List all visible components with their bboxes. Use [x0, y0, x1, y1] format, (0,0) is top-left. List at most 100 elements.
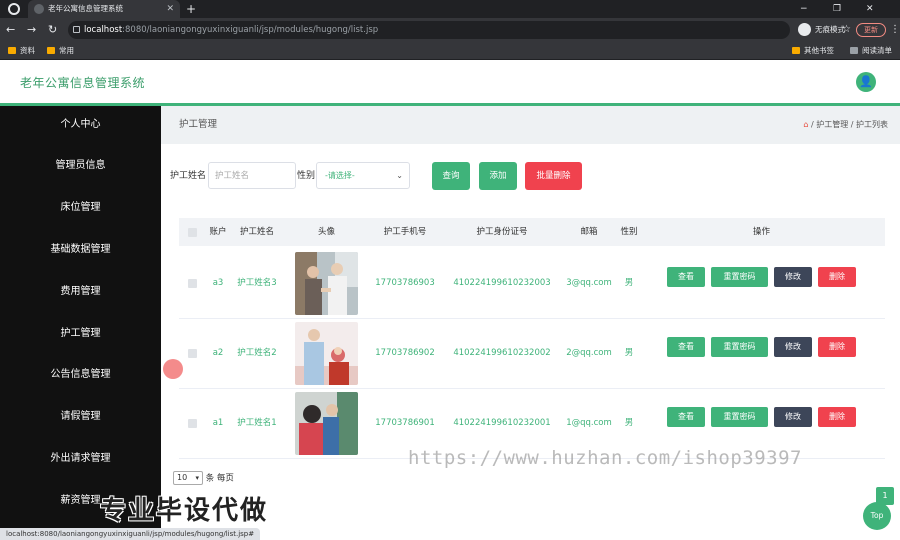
bookmarks-bar: 资料 常用 其他书签 阅读清单 — [0, 42, 900, 60]
delete-button[interactable]: 删除 — [818, 337, 856, 357]
main-content: 护工管理 ⌂ / 护工管理 / 护工列表 护工姓名 性别 -请选择- ⌄ 查询 … — [161, 106, 900, 540]
name-search-input[interactable] — [208, 162, 296, 189]
sidebar: 个人中心 管理员信息 床位管理 基础数据管理 费用管理 护工管理 公告信息管理 … — [0, 106, 161, 540]
header-avatar: 头像 — [317, 227, 335, 237]
add-button[interactable]: 添加 — [479, 162, 517, 190]
reading-list-icon — [850, 47, 858, 54]
forward-icon[interactable]: → — [27, 18, 36, 42]
breadcrumb: 护工管理 ⌂ / 护工管理 / 护工列表 — [161, 106, 900, 144]
page-size-select[interactable]: 10 ▾ — [173, 471, 203, 485]
app-title: 老年公寓信息管理系统 — [20, 76, 146, 90]
window-close-icon[interactable]: ✕ — [866, 0, 874, 18]
reload-icon[interactable]: ↻ — [48, 18, 57, 42]
sidebar-item-caregivers[interactable]: 护工管理 — [0, 315, 161, 353]
app-header: 老年公寓信息管理系统 👤 — [0, 61, 900, 103]
cell-gender: 男 — [624, 348, 634, 358]
cell-phone: 17703786903 — [375, 278, 435, 288]
delete-button[interactable]: 删除 — [818, 267, 856, 287]
breadcrumb-path[interactable]: / 护工管理 / 护工列表 — [808, 120, 888, 129]
header-email: 邮箱 — [580, 227, 598, 237]
avatar — [295, 322, 358, 385]
sidebar-item-outing[interactable]: 外出请求管理 — [0, 440, 161, 478]
gender-label: 性别 — [297, 171, 316, 181]
sidebar-item-leave[interactable]: 请假管理 — [0, 398, 161, 436]
view-button[interactable]: 查看 — [667, 407, 705, 427]
lock-icon — [73, 26, 80, 33]
folder-icon — [8, 47, 16, 54]
header-name: 护工姓名 — [239, 227, 274, 237]
sidebar-item-beds[interactable]: 床位管理 — [0, 189, 161, 227]
row-checkbox[interactable] — [188, 349, 197, 358]
edit-button[interactable]: 修改 — [774, 337, 812, 357]
reset-password-button[interactable]: 重置密码 — [711, 337, 768, 357]
sidebar-item-fees[interactable]: 费用管理 — [0, 273, 161, 311]
bookmark-folder[interactable]: 资料 — [8, 42, 35, 60]
tab-close-icon[interactable]: ✕ — [166, 0, 174, 18]
browser-tabstrip: 老年公寓信息管理系统 ✕ + − ❐ ✕ — [0, 0, 900, 18]
cursor-highlight — [163, 359, 183, 379]
reading-list[interactable]: 阅读清单 — [850, 42, 892, 60]
new-tab-icon[interactable]: + — [186, 0, 196, 18]
maximize-icon[interactable]: ❐ — [833, 0, 841, 18]
edit-button[interactable]: 修改 — [774, 267, 812, 287]
browser-toolbar: ← → ↻ localhost:8080/laoniangongyuxinxig… — [0, 18, 900, 42]
cell-name: 护工姓名3 — [237, 278, 277, 288]
row-checkbox[interactable] — [188, 279, 197, 288]
sidebar-item-profile[interactable]: 个人中心 — [0, 106, 161, 144]
name-label: 护工姓名 — [170, 171, 207, 181]
address-bar[interactable]: localhost:8080/laoniangongyuxinxiguanli/… — [68, 21, 851, 39]
cell-id-card: 410224199610232003 — [453, 278, 551, 288]
cell-id-card: 410224199610232002 — [453, 348, 551, 358]
row-checkbox[interactable] — [188, 419, 197, 428]
user-icon[interactable]: 👤 — [856, 72, 876, 92]
back-to-top-button[interactable]: Top — [863, 502, 891, 530]
cell-name: 护工姓名1 — [237, 418, 277, 428]
chevron-down-icon: ▾ — [195, 474, 199, 482]
per-page-label: 条 每页 — [205, 473, 234, 484]
cell-name: 护工姓名2 — [237, 348, 277, 358]
cell-gender: 男 — [624, 278, 634, 288]
table-header: 账户 护工姓名 头像 护工手机号 护工身份证号 邮箱 性别 操作 — [179, 218, 885, 246]
url-host: localhost — [84, 25, 123, 35]
other-bookmarks[interactable]: 其他书签 — [792, 42, 834, 60]
folder-icon — [792, 47, 800, 54]
pagination: 10 ▾ 条 每页 — [173, 471, 234, 485]
header-actions: 操作 — [752, 227, 770, 237]
minimize-icon[interactable]: − — [800, 0, 808, 18]
sidebar-item-notices[interactable]: 公告信息管理 — [0, 356, 161, 394]
bookmark-folder[interactable]: 常用 — [47, 42, 74, 60]
reset-password-button[interactable]: 重置密码 — [711, 407, 768, 427]
more-menu-icon[interactable]: ⋮ — [890, 18, 900, 42]
breadcrumb-trail: ⌂ / 护工管理 / 护工列表 — [803, 106, 888, 144]
cell-phone: 17703786902 — [375, 348, 435, 358]
back-icon[interactable]: ← — [6, 18, 15, 42]
sidebar-item-admin[interactable]: 管理员信息 — [0, 147, 161, 185]
query-button[interactable]: 查询 — [432, 162, 470, 190]
select-all-checkbox[interactable] — [188, 228, 197, 237]
gender-select-value: -请选择- — [325, 171, 355, 180]
cell-account: a3 — [212, 278, 224, 288]
reset-password-button[interactable]: 重置密码 — [711, 267, 768, 287]
browser-logo-icon — [8, 3, 20, 15]
update-button[interactable]: 更新 — [856, 23, 886, 37]
chevron-down-icon: ⌄ — [396, 171, 403, 180]
cell-email: 3@qq.com — [566, 278, 612, 288]
page-title: 护工管理 — [179, 119, 218, 130]
batch-delete-button[interactable]: 批量删除 — [525, 162, 582, 190]
sidebar-item-basic-data[interactable]: 基础数据管理 — [0, 231, 161, 269]
view-button[interactable]: 查看 — [667, 337, 705, 357]
view-button[interactable]: 查看 — [667, 267, 705, 287]
table-row: a3 护工姓名3 17703786903 410224199610232003 … — [179, 249, 885, 319]
favicon-icon — [34, 4, 44, 14]
cell-account: a1 — [212, 418, 224, 428]
header-id-card: 护工身份证号 — [476, 227, 528, 237]
folder-icon — [47, 47, 55, 54]
incognito-icon[interactable] — [798, 23, 811, 36]
tab-title: 老年公寓信息管理系统 — [48, 4, 123, 13]
delete-button[interactable]: 删除 — [818, 407, 856, 427]
incognito-label: 无痕模式 — [815, 25, 845, 34]
gender-select[interactable]: -请选择- ⌄ — [316, 162, 410, 189]
edit-button[interactable]: 修改 — [774, 407, 812, 427]
header-phone: 护工手机号 — [383, 227, 427, 237]
browser-tab[interactable]: 老年公寓信息管理系统 ✕ — [28, 0, 180, 18]
